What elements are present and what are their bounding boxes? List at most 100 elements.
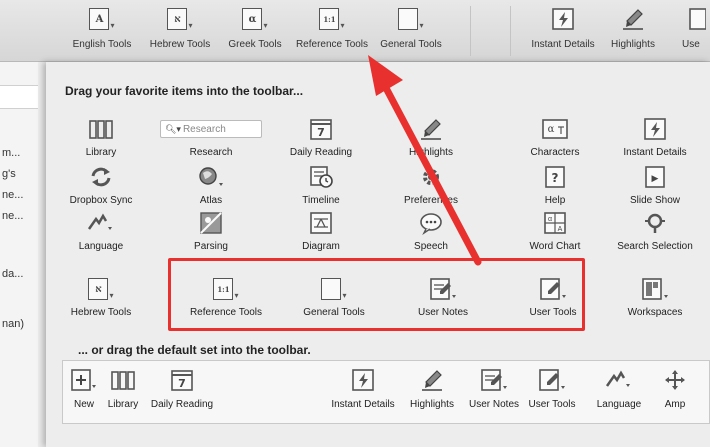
palette-item-slide-show[interactable]: ▶ Slide Show <box>600 163 710 209</box>
default-item-library: Library <box>103 365 143 421</box>
palette-item-highlights[interactable]: Highlights <box>376 115 486 161</box>
palette-item-label: Slide Show <box>629 195 681 206</box>
palette-item-parsing[interactable]: Parsing <box>156 209 266 255</box>
toolbar-english-tools[interactable]: A ▾ English Tools <box>66 4 138 58</box>
palette-item-characters[interactable]: α Characters <box>500 115 610 161</box>
svg-text:A: A <box>558 226 563 233</box>
instant-details-icon <box>644 118 666 140</box>
toolbar-label: Use <box>682 39 700 50</box>
palette-item-workspaces[interactable]: Workspaces <box>600 275 710 321</box>
palette-item-dropbox-sync[interactable]: Dropbox Sync <box>46 163 156 209</box>
gear-icon <box>423 169 439 185</box>
palette-item-preferences[interactable]: Preferences <box>376 163 486 209</box>
palette-item-help[interactable]: ? Help <box>500 163 610 209</box>
palette-item-atlas[interactable]: Atlas <box>156 163 266 209</box>
palette-item-hebrew-tools[interactable]: א ▾ Hebrew Tools <box>46 275 156 321</box>
toolbar-general-tools[interactable]: ▾ General Tools <box>376 4 446 58</box>
list-item[interactable]: nan) <box>2 318 24 330</box>
default-item-label: User Tools <box>528 399 576 410</box>
amplify-icon <box>665 370 685 390</box>
palette-item-label: Word Chart <box>529 241 581 252</box>
characters-icon: α <box>542 119 568 139</box>
toolbar-greek-tools[interactable]: α ▾ Greek Tools <box>222 4 288 58</box>
list-item[interactable]: ne... <box>2 189 23 201</box>
user-tools-icon <box>539 369 565 391</box>
palette-item-label: Library <box>85 147 117 158</box>
default-item-language: Language <box>591 365 647 421</box>
toolbar-label: General Tools <box>380 39 442 50</box>
customize-toolbar-sheet: Drag your favorite items into the toolba… <box>46 62 710 447</box>
english-tools-icon: A <box>89 8 110 30</box>
palette-item-label: Hebrew Tools <box>70 307 132 318</box>
list-item[interactable]: da... <box>2 268 23 280</box>
highlighter-icon <box>421 119 441 140</box>
speech-icon <box>420 213 442 235</box>
palette-item-timeline[interactable]: Timeline <box>266 163 376 209</box>
palette-item-speech[interactable]: Speech <box>376 209 486 255</box>
search-selection-icon <box>645 213 665 233</box>
help-icon: ? <box>545 166 565 188</box>
palette-item-label: Instant Details <box>623 147 687 158</box>
toolbar-label: Reference Tools <box>295 39 369 50</box>
palette-item-label: Language <box>78 241 124 252</box>
toolbar-instant-details[interactable]: Instant Details <box>524 4 602 58</box>
highlighter-icon <box>422 370 442 391</box>
research-search-field[interactable]: 🔍︎▾ Research <box>160 120 262 138</box>
toolbar-reference-tools[interactable]: 1:1 ▾ Reference Tools <box>292 4 372 58</box>
palette-item-language[interactable]: Language <box>46 209 156 255</box>
default-item-label: User Notes <box>468 399 519 410</box>
palette-item-label: Diagram <box>302 241 340 252</box>
globe-icon <box>199 167 223 186</box>
palette-item-word-chart[interactable]: α A Word Chart <box>500 209 610 255</box>
svg-text:7: 7 <box>317 126 325 139</box>
default-item-label: Instant Details <box>331 399 395 410</box>
default-item-new: New <box>69 365 99 421</box>
palette-item-label: Atlas <box>199 195 223 206</box>
palette-item-diagram[interactable]: Diagram <box>266 209 376 255</box>
default-item-label: Library <box>107 399 139 410</box>
palette-item-label: Speech <box>414 241 448 252</box>
instant-details-icon <box>552 8 574 30</box>
default-item-label: Highlights <box>410 399 454 410</box>
palette-item-search-selection[interactable]: Search Selection <box>600 209 710 255</box>
palette-item-label: Daily Reading <box>289 147 353 158</box>
diagram-icon <box>310 212 332 234</box>
palette-item-label: Highlights <box>409 147 453 158</box>
user-notes-icon <box>689 8 706 30</box>
default-item-user-notes: User Notes <box>466 365 522 421</box>
palette-item-daily-reading[interactable]: 7 Daily Reading <box>266 115 376 161</box>
default-item-user-tools: User Tools <box>525 365 579 421</box>
language-icon <box>87 213 112 230</box>
toolbar-hebrew-tools[interactable]: א ▾ Hebrew Tools <box>143 4 217 58</box>
workspaces-icon <box>642 278 668 300</box>
default-toolbar-set[interactable]: New Library 7 Daily Reading Instant Deta… <box>62 360 710 424</box>
timeline-icon <box>310 166 333 188</box>
toolbar-label: English Tools <box>72 39 132 50</box>
calendar-icon: 7 <box>171 370 193 391</box>
user-notes-icon <box>481 369 507 391</box>
default-item-instant-details: Instant Details <box>325 365 401 421</box>
palette-item-research[interactable]: 🔍︎▾ Research Research <box>156 115 266 161</box>
document-list-pane: m... g's ne... ne... da... nan) <box>0 62 38 447</box>
list-item[interactable]: g's <box>2 168 16 180</box>
toolbar-user[interactable]: Use <box>676 4 710 58</box>
palette-item-library[interactable]: Library <box>46 115 156 161</box>
palette-item-label: Parsing <box>194 241 228 252</box>
general-tools-icon <box>398 8 419 30</box>
palette-item-label: Dropbox Sync <box>69 195 133 206</box>
list-item[interactable]: m... <box>2 147 20 159</box>
svg-text:α: α <box>548 124 555 135</box>
toolbar-label: Instant Details <box>531 39 595 50</box>
highlighter-icon <box>623 9 643 30</box>
library-search-field[interactable] <box>0 85 38 109</box>
calendar-icon: 7 <box>310 119 332 140</box>
svg-text:?: ? <box>552 171 559 185</box>
list-item[interactable]: ne... <box>2 210 23 222</box>
palette-item-instant-details[interactable]: Instant Details <box>600 115 710 161</box>
default-item-label: Language <box>596 399 642 410</box>
toolbar-highlights[interactable]: Highlights <box>604 4 662 58</box>
new-icon <box>71 369 96 391</box>
svg-text:7: 7 <box>178 377 186 390</box>
palette-item-label: Research <box>189 147 233 158</box>
default-item-amp: Amp <box>655 365 695 421</box>
